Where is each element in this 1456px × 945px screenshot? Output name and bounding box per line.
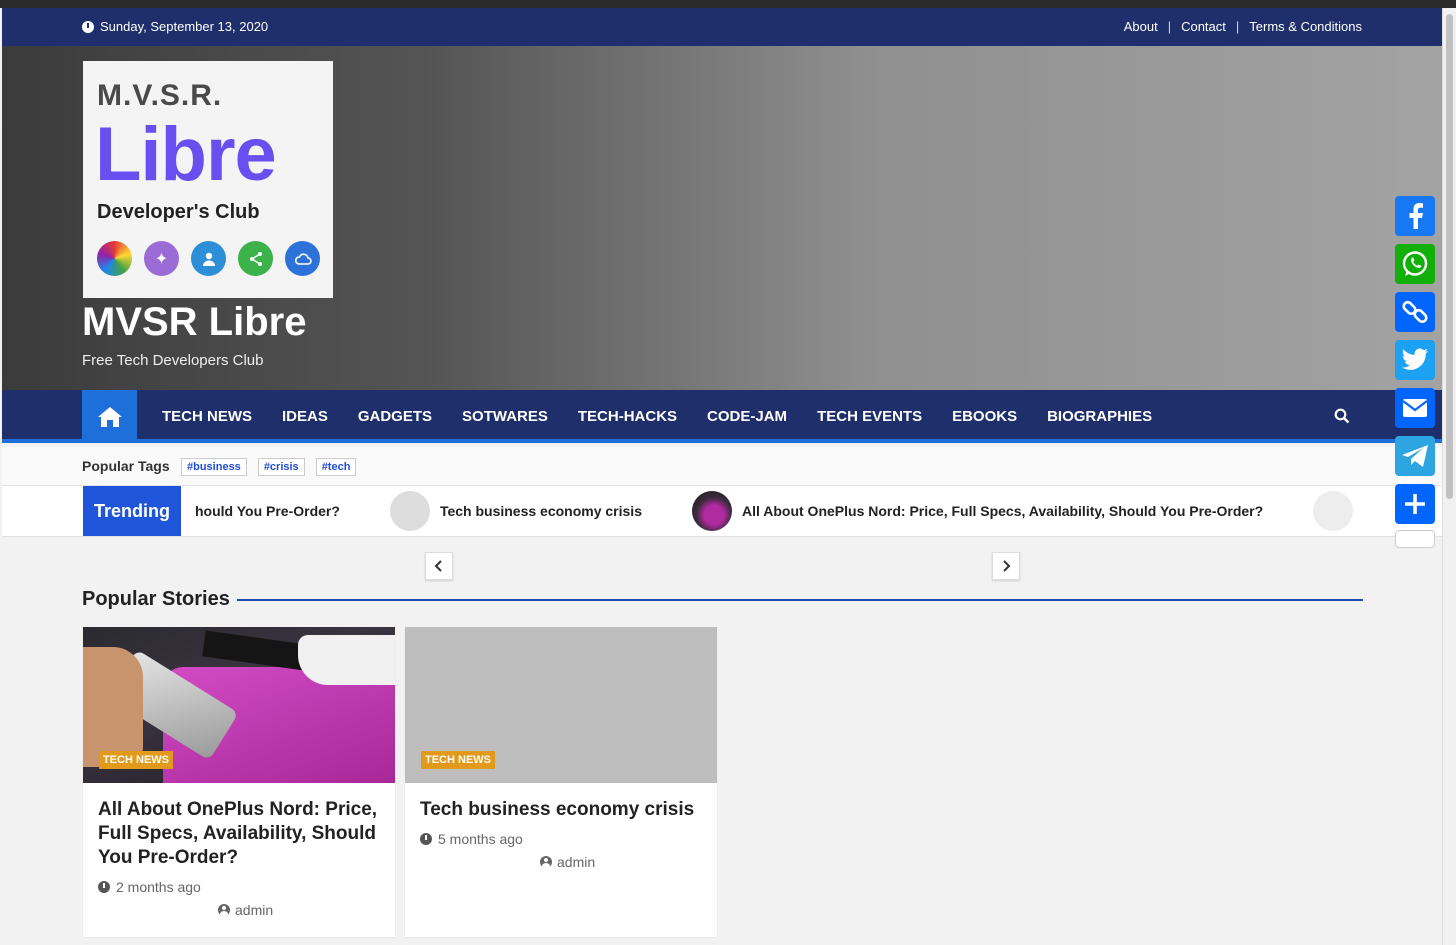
twitter-icon (1402, 348, 1428, 370)
tag-tech[interactable]: #tech (315, 458, 357, 476)
trending-thumbnail[interactable] (691, 491, 732, 531)
nav-item-ebooks[interactable]: EBOOKS (952, 408, 1017, 425)
window-top-edge (0, 0, 1456, 8)
clock-icon (98, 881, 110, 893)
clock-icon (420, 833, 432, 845)
nav-item-gadgets[interactable]: GADGETS (358, 408, 432, 425)
facebook-icon (1409, 203, 1423, 229)
logo-icon-row: ✦ (97, 241, 320, 276)
home-button[interactable] (82, 390, 137, 443)
nav-item-biographies[interactable]: BIOGRAPHIES (1047, 408, 1152, 425)
separator: | (1167, 19, 1172, 34)
whatsapp-icon (1402, 251, 1428, 276)
story-time: 5 months ago (420, 831, 523, 847)
top-bar: Sunday, September 13, 2020 About | Conta… (2, 8, 1442, 46)
popular-tags-label: Popular Tags (82, 458, 170, 474)
network-icon: ✦ (144, 241, 179, 276)
popular-stories-title: Popular Stories (82, 588, 230, 610)
telegram-share-button[interactable] (1395, 436, 1435, 476)
share-sidebar (1395, 196, 1435, 524)
story-author-name[interactable]: admin (557, 854, 595, 870)
story-card[interactable]: TECH NEWS All About OnePlus Nord: Price,… (83, 627, 395, 937)
clock-icon (82, 20, 94, 33)
nav-item-softwares[interactable]: SOTWARES (462, 408, 548, 425)
link-icon (1402, 300, 1428, 324)
chevron-right-icon (1003, 560, 1011, 572)
copy-link-button[interactable] (1395, 292, 1435, 332)
contact-link[interactable]: Contact (1181, 19, 1226, 34)
story-image[interactable]: TECH NEWS (405, 627, 717, 783)
popular-tags-bar: Popular Tags #business #crisis #tech (2, 447, 1442, 486)
share-counter[interactable] (1395, 530, 1435, 548)
whatsapp-share-button[interactable] (1395, 244, 1435, 284)
story-image[interactable]: TECH NEWS (83, 627, 395, 783)
nav-item-tech-news[interactable]: TECH NEWS (162, 408, 252, 425)
nav-menu: TECH NEWS IDEAS GADGETS SOTWARES TECH-HA… (162, 390, 1152, 443)
trending-thumbnail[interactable] (1313, 491, 1354, 531)
page: Sunday, September 13, 2020 About | Conta… (2, 8, 1442, 945)
trending-row: hould You Pre-Order? Tech business econo… (195, 486, 1363, 536)
logo-line-3: Developer's Club (97, 201, 260, 223)
user-icon (191, 241, 226, 276)
trending-item[interactable]: Tech business economy crisis (440, 503, 642, 519)
scrollbar-thumb[interactable] (1446, 14, 1453, 499)
tag-crisis[interactable]: #crisis (257, 458, 305, 476)
prev-button[interactable] (425, 552, 453, 580)
scrollbar[interactable] (1442, 8, 1456, 945)
date-text: Sunday, September 13, 2020 (100, 19, 269, 34)
story-author[interactable]: admin (540, 854, 595, 870)
story-time-text: 5 months ago (438, 831, 523, 847)
search-button[interactable] (1334, 408, 1350, 429)
nav-item-ideas[interactable]: IDEAS (282, 408, 328, 425)
facebook-share-button[interactable] (1395, 196, 1435, 236)
email-share-button[interactable] (1395, 388, 1435, 428)
story-card[interactable]: TECH NEWS Tech business economy crisis 5… (405, 627, 717, 937)
section-divider (237, 599, 1363, 601)
tag-business[interactable]: #business (181, 458, 247, 476)
home-icon (97, 406, 122, 427)
share-more-button[interactable] (1395, 484, 1435, 524)
category-badge[interactable]: TECH NEWS (99, 751, 173, 769)
user-icon (540, 856, 552, 868)
tag-list: #business #crisis #tech (181, 458, 357, 476)
trending-thumbnail[interactable] (389, 491, 430, 531)
story-author[interactable]: admin (218, 902, 273, 918)
date-display: Sunday, September 13, 2020 (82, 19, 268, 34)
trending-label: Trending (83, 486, 181, 536)
site-tagline: Free Tech Developers Club (82, 352, 264, 369)
trending-ticker: Trending hould You Pre-Order? Tech busin… (2, 486, 1442, 537)
nav-item-tech-events[interactable]: TECH EVENTS (817, 408, 922, 425)
terms-link[interactable]: Terms & Conditions (1249, 19, 1362, 34)
story-time: 2 months ago (98, 879, 201, 895)
story-time-text: 2 months ago (116, 879, 201, 895)
color-wheel-icon (97, 241, 132, 276)
story-author-name[interactable]: admin (235, 902, 273, 918)
site-header: M.V.S.R. Libre Developer's Club ✦ MVSR L… (2, 46, 1442, 390)
telegram-icon (1402, 445, 1428, 467)
nav-item-code-jam[interactable]: CODE-JAM (707, 408, 787, 425)
site-title[interactable]: MVSR Libre (82, 300, 306, 345)
separator: | (1235, 19, 1240, 34)
story-title[interactable]: Tech business economy crisis (420, 798, 705, 822)
top-links: About | Contact | Terms & Conditions (1124, 19, 1362, 34)
search-icon (1334, 408, 1350, 424)
share-icon (238, 241, 273, 276)
logo-line-1: M.V.S.R. (97, 79, 223, 112)
plus-icon (1405, 494, 1425, 514)
logo-line-2: Libre (95, 112, 277, 197)
nav-item-tech-hacks[interactable]: TECH-HACKS (578, 408, 677, 425)
main-nav: TECH NEWS IDEAS GADGETS SOTWARES TECH-HA… (2, 390, 1442, 443)
chevron-left-icon (434, 560, 442, 572)
category-badge[interactable]: TECH NEWS (421, 751, 495, 769)
trending-item[interactable]: All About OnePlus Nord: Price, Full Spec… (742, 503, 1263, 519)
email-icon (1402, 399, 1428, 417)
cloud-icon (285, 241, 320, 276)
story-title[interactable]: All About OnePlus Nord: Price, Full Spec… (98, 798, 383, 870)
user-icon (218, 904, 230, 916)
trending-item[interactable]: hould You Pre-Order? (195, 503, 340, 519)
twitter-share-button[interactable] (1395, 340, 1435, 380)
site-logo[interactable]: M.V.S.R. Libre Developer's Club ✦ (83, 61, 333, 298)
next-button[interactable] (992, 552, 1020, 580)
about-link[interactable]: About (1124, 19, 1158, 34)
